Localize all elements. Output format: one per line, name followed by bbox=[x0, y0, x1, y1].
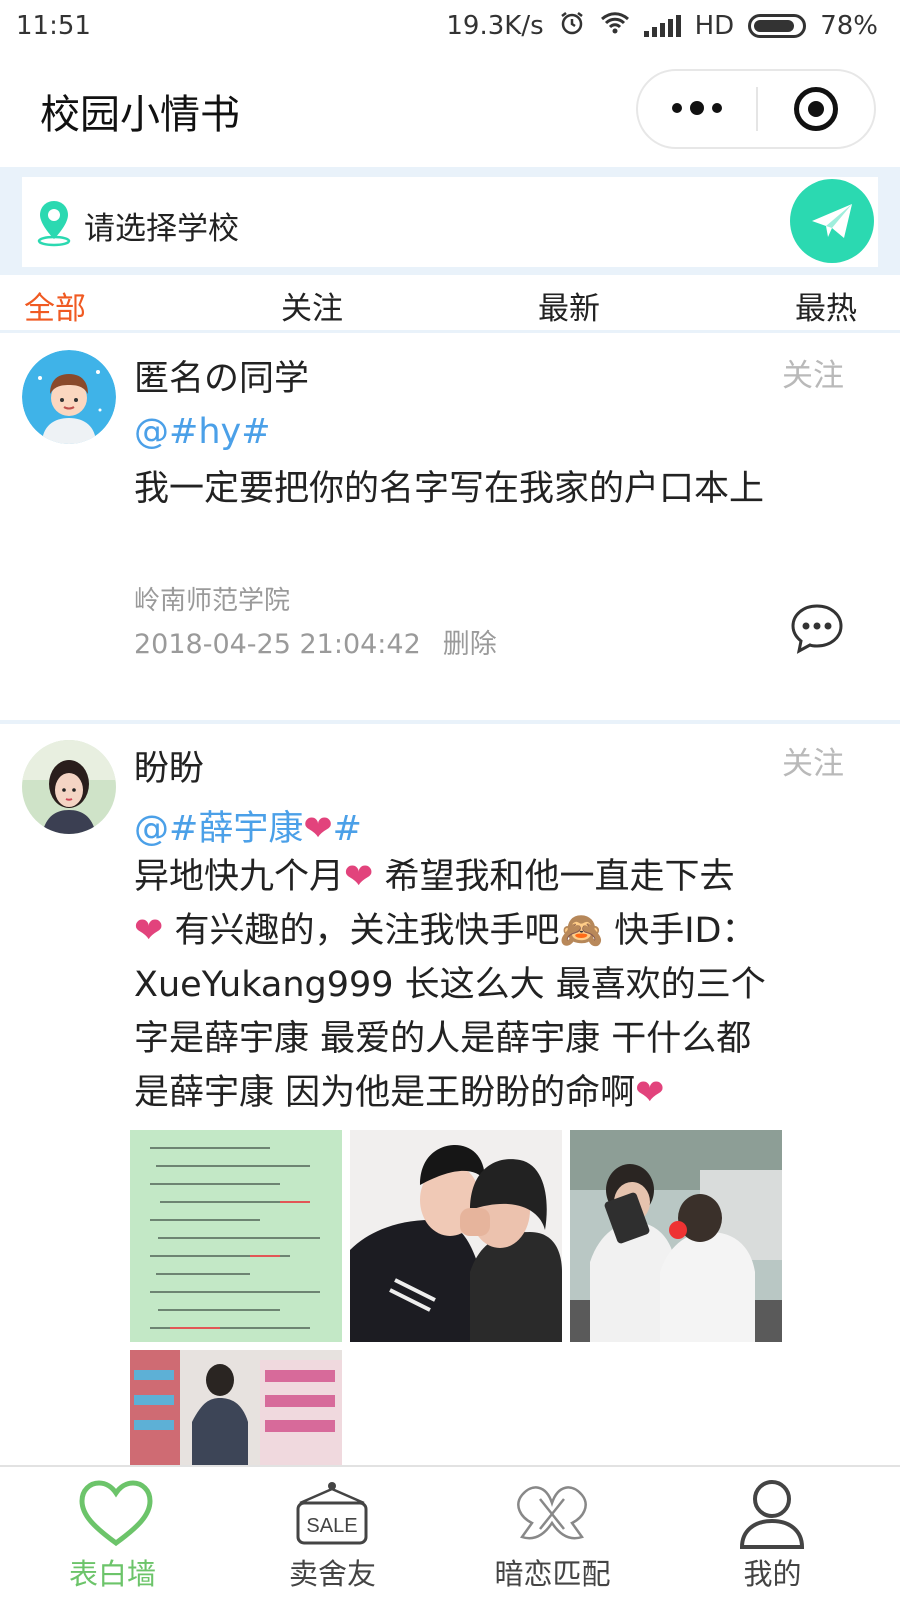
status-indicators: 19.3K/s HD 78% bbox=[446, 9, 878, 44]
paper-plane-icon bbox=[812, 204, 852, 238]
ribbon-icon bbox=[517, 1486, 587, 1540]
signal-icon bbox=[643, 15, 681, 37]
post-username: 盼盼 bbox=[134, 749, 205, 789]
battery-level: 78% bbox=[820, 11, 878, 41]
avatar[interactable] bbox=[22, 350, 116, 444]
post-photo[interactable] bbox=[350, 1130, 562, 1342]
location-pin-icon bbox=[34, 199, 74, 251]
person-icon bbox=[739, 1480, 805, 1549]
title-bar: 校园小情书 bbox=[0, 52, 900, 167]
post-photo[interactable] bbox=[570, 1130, 782, 1342]
tab-hottest[interactable]: 最热 bbox=[795, 283, 857, 328]
nav-confession-wall[interactable]: 表白墙 bbox=[0, 1467, 225, 1602]
nav-label: 我的 bbox=[743, 1557, 802, 1591]
network-speed: 19.3K/s bbox=[446, 11, 544, 41]
comment-icon[interactable] bbox=[790, 602, 844, 658]
follow-button[interactable]: 关注 bbox=[782, 738, 844, 783]
follow-button[interactable]: 关注 bbox=[782, 350, 844, 395]
school-selector-label: 请选择学校 bbox=[84, 211, 239, 247]
tab-newest[interactable]: 最新 bbox=[538, 283, 600, 328]
post-content: 我一定要把你的名字写在我家的户口本上 bbox=[134, 469, 765, 509]
status-time: 11:51 bbox=[16, 11, 91, 41]
nav-crush-match[interactable]: 暗恋匹配 bbox=[440, 1467, 665, 1602]
post-card: 匿名の同学 关注 @#hy# 我一定要把你的名字写在我家的户口本上 岭南师范学院… bbox=[0, 336, 900, 720]
post-timestamp: 2018-04-25 21:04:42 bbox=[134, 629, 421, 660]
target-icon bbox=[794, 87, 838, 131]
post-content: 异地快九个月❤ 希望我和他一直走下去 ❤ 有兴趣的，关注我快手吧🙈 快手ID： … bbox=[134, 857, 766, 1113]
sale-tag-icon: SALE bbox=[296, 1482, 368, 1545]
post-photo[interactable] bbox=[130, 1350, 342, 1465]
status-bar: 11:51 19.3K/s HD 78% bbox=[0, 0, 900, 52]
post-mention[interactable]: @#薛宇康❤# bbox=[134, 800, 362, 851]
svg-text:SALE: SALE bbox=[306, 1515, 357, 1537]
send-post-button[interactable] bbox=[790, 179, 874, 263]
tab-all[interactable]: 全部 bbox=[24, 283, 86, 328]
battery-icon bbox=[748, 14, 807, 38]
heart-icon bbox=[79, 1480, 153, 1547]
tab-following[interactable]: 关注 bbox=[281, 283, 343, 328]
post-school: 岭南师范学院 bbox=[134, 586, 291, 616]
close-program-button[interactable] bbox=[758, 87, 874, 131]
avatar[interactable] bbox=[22, 740, 116, 834]
nav-label: 卖舍友 bbox=[288, 1557, 376, 1591]
delete-button[interactable]: 删除 bbox=[443, 629, 497, 660]
post-username: 匿名の同学 bbox=[134, 359, 310, 399]
post-meta: 2018-04-25 21:04:42 删除 bbox=[134, 622, 497, 661]
nav-label: 暗恋匹配 bbox=[494, 1557, 611, 1591]
bottom-nav: 表白墙 SALE 卖舍友 暗恋匹配 我的 bbox=[0, 1465, 900, 1600]
post-mention[interactable]: @#hy# bbox=[134, 412, 271, 452]
nav-profile[interactable]: 我的 bbox=[660, 1467, 885, 1602]
alarm-icon bbox=[558, 9, 586, 44]
wifi-icon bbox=[600, 11, 630, 42]
page-title: 校园小情书 bbox=[40, 92, 240, 138]
search-strip: 请选择学校 bbox=[0, 167, 900, 275]
network-type: HD bbox=[694, 11, 735, 41]
mini-program-capsule bbox=[636, 69, 876, 149]
nav-sell-roommate[interactable]: SALE 卖舍友 bbox=[220, 1467, 445, 1602]
school-selector[interactable]: 请选择学校 bbox=[22, 177, 878, 267]
post-card: 盼盼 关注 @#薛宇康❤# 异地快九个月❤ 希望我和他一直走下去 ❤ 有兴趣的，… bbox=[0, 724, 900, 1465]
nav-label: 表白墙 bbox=[68, 1557, 156, 1591]
more-options-icon[interactable] bbox=[638, 101, 756, 115]
feed-tabs: 全部 关注 最新 最热 bbox=[0, 275, 900, 333]
post-photo[interactable] bbox=[130, 1130, 342, 1342]
